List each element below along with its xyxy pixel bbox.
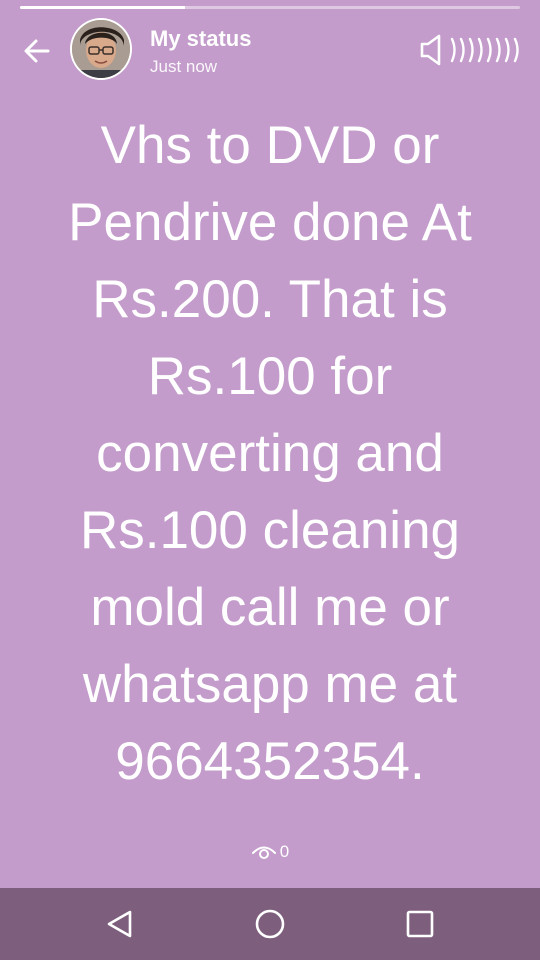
view-count[interactable]: 0 [0,842,540,862]
message-line: Rs.100 for [147,347,393,406]
circle-home-icon [255,909,285,939]
nav-back-button[interactable] [100,904,140,944]
mute-button[interactable] [416,28,526,72]
system-navigation-bar [0,888,540,960]
status-message: Vhs to DVD or Pendrive done At Rs.200. T… [0,107,540,800]
message-line: whatsapp me at [82,655,458,714]
message-line: converting and [96,424,444,483]
status-timestamp: Just now [150,57,218,76]
speaker-icon [420,34,519,66]
message-line: Rs.100 cleaning [79,501,461,560]
message-line: 9664352354. [115,732,425,791]
status-header: My status Just now [150,26,251,78]
message-line: Pendrive done At [68,193,472,252]
status-progress-fill [20,6,185,9]
message-line: Vhs to DVD or [100,116,440,175]
message-line: Rs.200. That is [92,270,448,329]
status-viewer: My status Just now Vhs to DVD or Pendriv… [0,0,540,960]
message-line: mold call me or [90,578,450,637]
triangle-back-icon [107,910,132,938]
back-arrow-icon [24,39,50,63]
avatar[interactable] [70,18,132,80]
eye-icon [251,846,276,859]
status-title: My status [150,26,252,51]
view-count-value: 0 [279,842,290,861]
back-button[interactable] [18,32,56,70]
avatar-photo [72,20,130,78]
square-recents-icon [406,910,434,938]
status-progress-bar [20,6,520,9]
nav-home-button[interactable] [250,904,290,944]
nav-recents-button[interactable] [400,904,440,944]
